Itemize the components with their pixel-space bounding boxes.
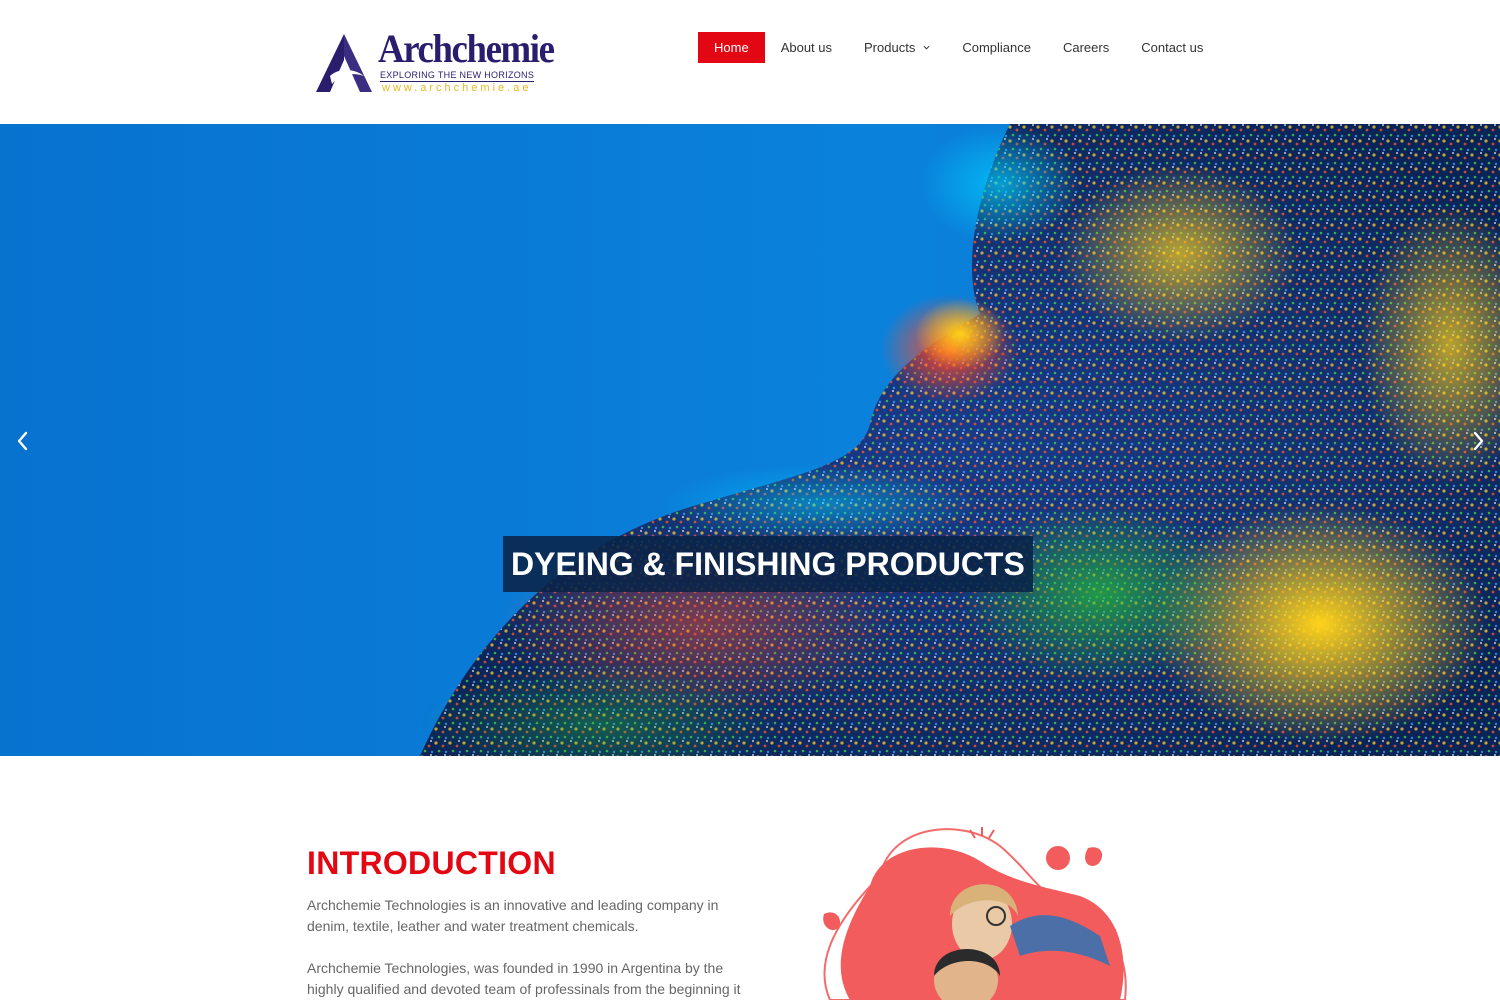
intro-title: INTRODUCTION <box>307 845 556 881</box>
nav-item-products[interactable]: Products <box>848 32 946 63</box>
intro-section: INTRODUCTION Archchemie Technologies is … <box>0 756 1500 1000</box>
nav-item-careers[interactable]: Careers <box>1047 32 1125 63</box>
hero-image <box>0 124 1500 756</box>
nav-label: About us <box>780 40 833 55</box>
nav-label: Products <box>864 40 916 55</box>
nav-item-home[interactable]: Home <box>698 32 765 63</box>
nav-item-compliance[interactable]: Compliance <box>946 32 1047 63</box>
logo-tagline: EXPLORING THE NEW HORIZONS <box>380 70 535 82</box>
nav-label: Contact us <box>1141 40 1204 55</box>
site-logo[interactable]: Archchemie EXPLORING THE NEW HORIZONS ww… <box>314 28 559 98</box>
chevron-down-icon <box>923 45 930 50</box>
nav-item-about[interactable]: About us <box>765 32 848 63</box>
nav-label: Careers <box>1062 40 1110 55</box>
intro-illustration <box>823 827 1127 1000</box>
intro-paragraph-1: Archchemie Technologies is an innovative… <box>307 897 719 934</box>
nav-label: Home <box>714 40 749 55</box>
logo-url: www.archchemie.ae <box>382 82 532 94</box>
site-header: Archchemie EXPLORING THE NEW HORIZONS ww… <box>0 0 1500 124</box>
nav-label: Compliance <box>962 40 1031 55</box>
chevron-left-icon[interactable] <box>12 430 34 452</box>
nav-item-contact[interactable]: Contact us <box>1125 32 1219 63</box>
hero-caption: DYEING & FINISHING PRODUCTS <box>503 536 1033 592</box>
logo-wordmark: Archchemie <box>378 26 555 71</box>
main-nav: Home About us Products Compliance Career… <box>698 32 1219 63</box>
hero-slider: DYEING & FINISHING PRODUCTS <box>0 124 1500 756</box>
intro-paragraph-2: Archchemie Technologies, was founded in … <box>307 960 741 997</box>
logo-mark-icon <box>316 34 372 92</box>
chevron-right-icon[interactable] <box>1467 430 1489 452</box>
